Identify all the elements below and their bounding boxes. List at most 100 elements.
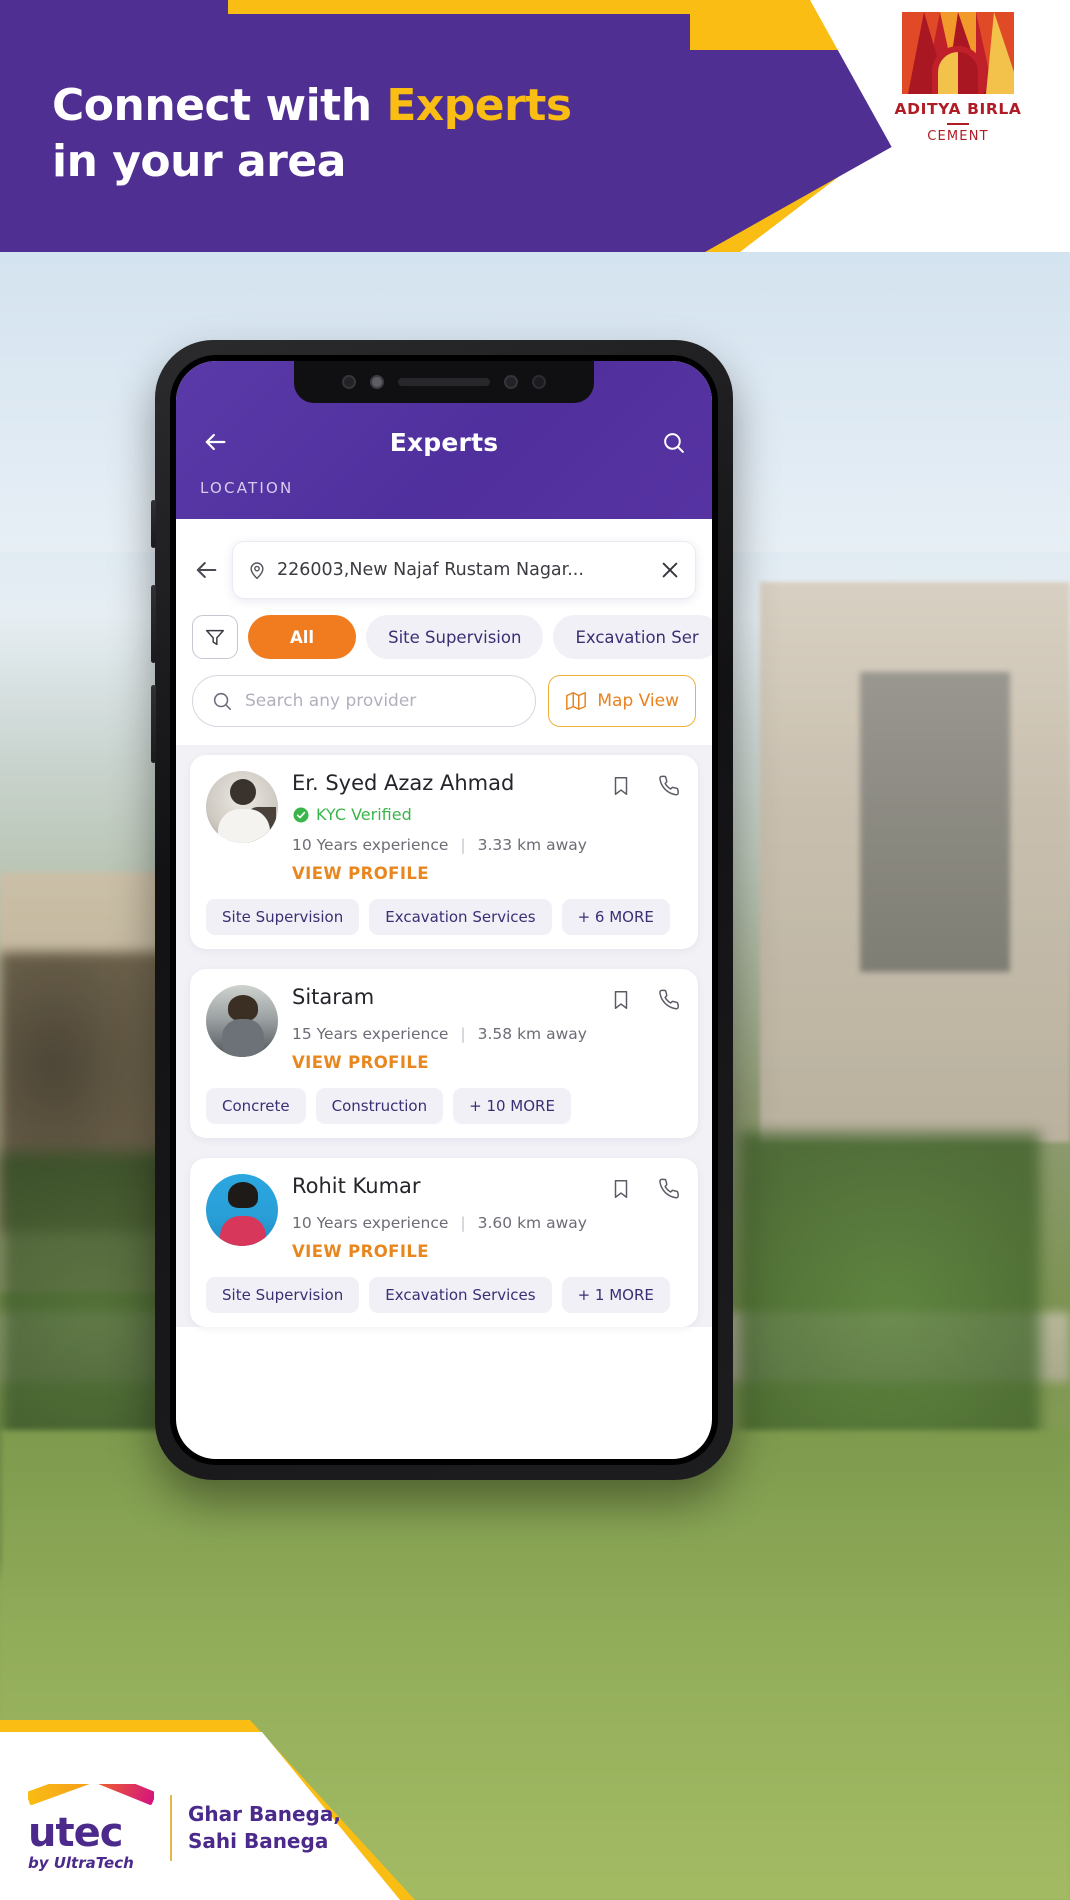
bookmark-button[interactable] <box>608 987 634 1013</box>
expert-card[interactable]: Er. Syed Azaz Ahmad KYC Verified 10 Year… <box>190 755 698 949</box>
expert-card-top: Er. Syed Azaz Ahmad KYC Verified 10 Year… <box>206 771 682 883</box>
filter-button[interactable] <box>192 615 238 659</box>
expert-name-row: Er. Syed Azaz Ahmad <box>292 771 682 799</box>
front-camera-2-icon <box>504 375 518 389</box>
headline-line1-prefix: Connect with <box>52 80 387 131</box>
arrow-left-icon <box>196 562 217 578</box>
chip-excavation-services[interactable]: Excavation Ser <box>553 615 712 659</box>
call-button[interactable] <box>656 1176 682 1202</box>
brand-name: ADITYA BIRLA <box>894 100 1022 118</box>
brand-subtitle: CEMENT <box>927 129 989 144</box>
expert-name: Rohit Kumar <box>292 1174 421 1198</box>
expert-tags: Site Supervision Excavation Services + 6… <box>206 899 682 935</box>
tag[interactable]: Concrete <box>206 1088 306 1124</box>
expert-tags: Site Supervision Excavation Services + 1… <box>206 1277 682 1313</box>
tag[interactable]: Excavation Services <box>369 1277 552 1313</box>
expert-card-top: Rohit Kumar 10 Years experience | 3.60 k… <box>206 1174 682 1261</box>
kyc-badge: KYC Verified <box>292 805 682 824</box>
proximity-sensor-icon <box>532 375 546 389</box>
front-camera-icon <box>342 375 356 389</box>
tag[interactable]: Excavation Services <box>369 899 552 935</box>
chip-all[interactable]: All <box>248 615 357 659</box>
expert-card[interactable]: Sitaram 15 Years experience | 3.58 km aw… <box>190 969 698 1138</box>
map-icon <box>566 692 587 710</box>
location-value: 226003,New Najaf Rustam Nagar... <box>277 560 584 580</box>
close-icon <box>662 562 678 578</box>
brand-divider <box>947 123 969 125</box>
expert-experience: 10 Years experience <box>292 836 449 854</box>
expert-distance: 3.60 km away <box>477 1214 587 1232</box>
verified-check-icon <box>293 807 309 822</box>
avatar <box>206 1174 278 1246</box>
expert-tags: Concrete Construction + 10 MORE <box>206 1088 682 1124</box>
roof-icon <box>28 1784 154 1820</box>
expert-card-top: Sitaram 15 Years experience | 3.58 km aw… <box>206 985 682 1072</box>
expert-distance: 3.33 km away <box>477 836 587 854</box>
call-button[interactable] <box>656 987 682 1013</box>
bg-building-right-window <box>860 672 1010 972</box>
location-clear-button[interactable] <box>657 557 683 583</box>
tag-more[interactable]: + 10 MORE <box>453 1088 571 1124</box>
bookmark-icon <box>614 991 628 1009</box>
utec-wordmark: utec by UltraTech <box>28 1784 154 1872</box>
chip-site-supervision[interactable]: Site Supervision <box>366 615 544 659</box>
phone-volume-down <box>151 685 156 763</box>
location-input[interactable]: 226003,New Najaf Rustam Nagar... <box>232 541 696 599</box>
phone-icon <box>659 1178 679 1199</box>
aditya-birla-mark-icon <box>902 12 1014 94</box>
expert-meta: 15 Years experience | 3.58 km away <box>292 1025 682 1043</box>
aditya-birla-logo: ADITYA BIRLA CEMENT <box>868 12 1048 144</box>
bookmark-icon <box>614 777 628 795</box>
banner-headline: Connect with Experts in your area <box>52 78 572 191</box>
phone-screen: Experts LOCATION 226003,New Najaf Rustam… <box>176 361 712 1459</box>
expert-card[interactable]: Rohit Kumar 10 Years experience | 3.60 k… <box>190 1158 698 1327</box>
phone-mockup: Experts LOCATION 226003,New Najaf Rustam… <box>151 340 733 1480</box>
earpiece-speaker <box>398 378 490 386</box>
utec-logo: utec by UltraTech Ghar Banega, Sahi Bane… <box>28 1784 341 1872</box>
logo-divider <box>170 1795 172 1861</box>
headline-line2: in your area <box>52 136 346 188</box>
app-header-row: Experts <box>198 419 690 465</box>
filter-icon <box>206 629 224 646</box>
expert-meta: 10 Years experience | 3.60 km away <box>292 1214 682 1232</box>
expert-experience: 10 Years experience <box>292 1214 449 1232</box>
expert-details: Sitaram 15 Years experience | 3.58 km aw… <box>292 985 682 1072</box>
bookmark-button[interactable] <box>608 1176 634 1202</box>
expert-name-row: Rohit Kumar <box>292 1174 682 1202</box>
phone-mute-switch <box>151 500 156 548</box>
view-profile-link[interactable]: VIEW PROFILE <box>292 1242 682 1261</box>
top-banner: Connect with Experts in your area ADITYA… <box>0 0 1070 252</box>
experts-list: Er. Syed Azaz Ahmad KYC Verified 10 Year… <box>176 745 712 1327</box>
expert-details: Rohit Kumar 10 Years experience | 3.60 k… <box>292 1174 682 1261</box>
expert-name-row: Sitaram <box>292 985 682 1013</box>
phone-bezel: Experts LOCATION 226003,New Najaf Rustam… <box>170 355 718 1465</box>
location-back-button[interactable] <box>188 552 224 588</box>
call-button[interactable] <box>656 773 682 799</box>
tag[interactable]: Site Supervision <box>206 1277 360 1313</box>
tagline-line1: Ghar Banega, <box>188 1802 341 1826</box>
view-profile-link[interactable]: VIEW PROFILE <box>292 1053 682 1072</box>
location-section-label: LOCATION <box>200 479 294 497</box>
tag-more[interactable]: + 6 MORE <box>561 899 670 935</box>
header-search-button[interactable] <box>656 425 690 459</box>
bookmark-button[interactable] <box>608 773 634 799</box>
expert-details: Er. Syed Azaz Ahmad KYC Verified 10 Year… <box>292 771 682 883</box>
footer-bar: utec by UltraTech Ghar Banega, Sahi Bane… <box>0 1720 1070 1900</box>
phone-icon <box>659 989 679 1010</box>
tag-more[interactable]: + 1 MORE <box>561 1277 670 1313</box>
bookmark-icon <box>614 1180 628 1198</box>
expert-experience: 15 Years experience <box>292 1025 449 1043</box>
provider-search-input[interactable]: Search any provider <box>192 675 537 727</box>
map-view-button[interactable]: Map View <box>548 675 696 727</box>
tag[interactable]: Site Supervision <box>206 899 360 935</box>
tag[interactable]: Construction <box>315 1088 444 1124</box>
phone-notch <box>294 361 594 403</box>
category-filter-row: All Site Supervision Excavation Ser <box>176 599 712 659</box>
map-view-label: Map View <box>597 691 679 711</box>
search-placeholder: Search any provider <box>245 691 417 711</box>
page-title: Experts <box>389 427 499 457</box>
phone-volume-up <box>151 585 156 663</box>
view-profile-link[interactable]: VIEW PROFILE <box>292 864 682 883</box>
utec-by-line: by UltraTech <box>28 1854 134 1872</box>
expert-card-actions <box>608 1174 682 1202</box>
